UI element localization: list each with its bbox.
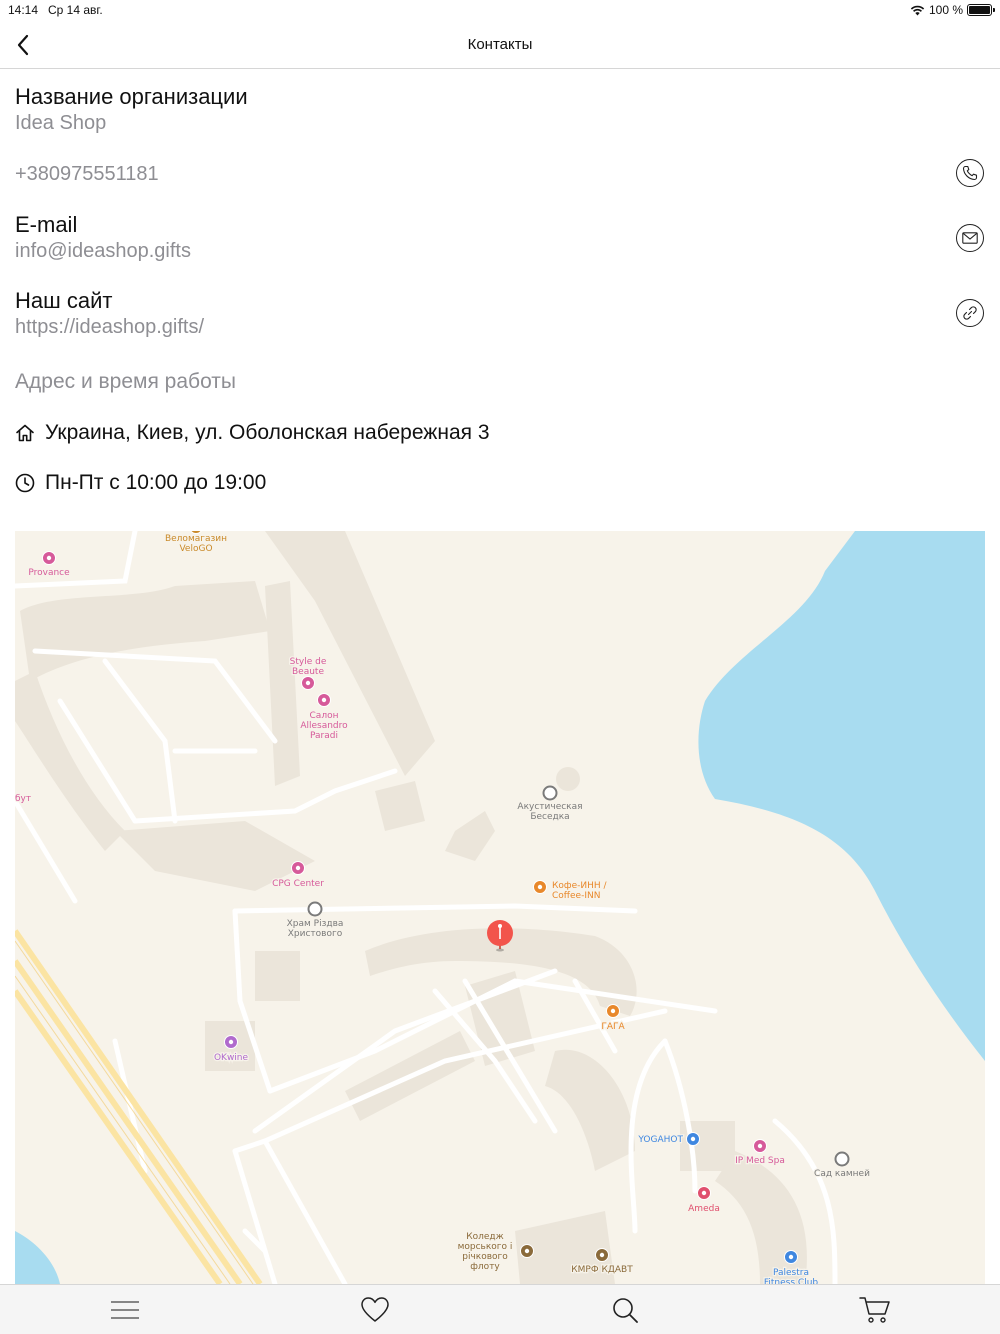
tab-menu[interactable] (0, 1285, 250, 1334)
heart-icon (361, 1296, 389, 1322)
hours-text: Пн-Пт с 10:00 до 19:00 (45, 471, 267, 494)
location-map[interactable]: Веломагазин VeloGO Provance Style de Beaute С… (15, 531, 985, 1284)
org-label: Название организации (15, 84, 248, 109)
website-value[interactable]: https://ideashop.gifts/ (15, 314, 204, 340)
map-poi-label: Сад камней (814, 1169, 870, 1179)
menu-icon (111, 1300, 139, 1319)
map-poi-label: IP Med Spa (735, 1156, 785, 1166)
map-poi[interactable]: бут (15, 793, 32, 806)
status-bar: 14:14 Ср 14 авг. 100 % (0, 0, 1000, 22)
map-poi-label: бут (15, 794, 31, 804)
call-button[interactable] (956, 159, 984, 187)
address-row: Украина, Киев, ул. Оболонская набережная… (15, 421, 490, 445)
address-text: Украина, Киев, ул. Оболонская набережная… (45, 421, 490, 444)
map-poi[interactable]: YOGAHOT (636, 1132, 700, 1146)
email-value[interactable]: info@ideashop.gifts (15, 238, 191, 264)
map-poi-label: Кофе-ИНН / Coffee-INN (552, 881, 608, 901)
page-title: Контакты (467, 36, 533, 53)
map-poi-label: OKwine (214, 1053, 249, 1063)
map-water-left (15, 1231, 60, 1284)
status-indicators: 100 % (910, 3, 995, 17)
website-button[interactable] (956, 299, 984, 327)
map-poi-label: Provance (28, 568, 70, 578)
tab-cart[interactable] (750, 1285, 1000, 1334)
landmark-icon (542, 785, 558, 801)
tab-search[interactable] (500, 1285, 750, 1334)
website-field: Наш сайт https://ideashop.gifts/ (15, 288, 204, 340)
battery-icon (967, 4, 995, 16)
map-poi-label: Акустическая Беседка (517, 802, 582, 822)
map-poi-label: КМРФ КДАВТ (571, 1265, 633, 1275)
map-poi[interactable]: IP Med Spa (734, 1139, 786, 1167)
map-canvas[interactable]: Веломагазин VeloGO Provance Style de Beaute С… (15, 531, 985, 1284)
map-poi-label: Храм Різдва Христового (287, 919, 344, 939)
battery-percent: 100 % (928, 3, 963, 17)
tab-favorites[interactable] (250, 1285, 500, 1334)
cart-icon (859, 1296, 890, 1323)
search-icon (613, 1297, 638, 1323)
map-poi-label: YOGAHOT (637, 1135, 683, 1145)
map-poi[interactable]: Акустическая Беседка (516, 785, 584, 823)
wifi-icon (910, 5, 925, 15)
map-poi-label: CPG Center (272, 879, 324, 889)
link-icon (963, 306, 977, 320)
email-label: E-mail (15, 212, 78, 237)
map-poi-label: ГАГА (601, 1022, 625, 1032)
map-poi[interactable]: Provance (27, 551, 71, 579)
map-poi[interactable]: Кофе-ИНН / Coffee-INN (533, 880, 609, 902)
home-icon (16, 424, 34, 442)
phone-value[interactable]: +380975551181 (15, 161, 159, 187)
nav-bar: Контакты (0, 22, 1000, 69)
status-date: Ср 14 авг. (48, 3, 103, 17)
phone-field: +380975551181 (15, 161, 159, 187)
email-field: E-mail info@ideashop.gifts (15, 212, 191, 264)
landmark-icon (834, 1151, 850, 1167)
map-poi-label: Салон Allesandro Paradi (300, 711, 348, 741)
email-button[interactable] (956, 224, 984, 252)
landmark-icon (307, 901, 323, 917)
website-label: Наш сайт (15, 288, 113, 313)
map-poi[interactable]: Сад камней (813, 1151, 871, 1180)
map-poi-label: Palestra Fitness Club (764, 1268, 819, 1284)
mail-icon (962, 232, 978, 244)
address-section-title: Адрес и время работы (15, 370, 236, 393)
org-field: Название организации Idea Shop (15, 84, 248, 136)
tab-bar (0, 1284, 1000, 1334)
map-poi-label: Ameda (688, 1204, 720, 1214)
phone-icon (962, 165, 978, 181)
map-poi-label: Коледж морського і річкового флоту (458, 1232, 513, 1272)
status-time: 14:14 (8, 3, 39, 17)
map-poi-label: Style de Beaute (290, 657, 327, 677)
map-poi[interactable]: Салон Allesandro Paradi (299, 693, 349, 742)
org-value: Idea Shop (15, 112, 107, 134)
map-poi[interactable]: Веломагазин VeloGO (164, 531, 228, 555)
map-water-river (698, 531, 985, 1061)
clock-icon (15, 473, 35, 493)
map-poi-label: Веломагазин VeloGO (165, 534, 227, 554)
hours-row: Пн-Пт с 10:00 до 19:00 (15, 471, 266, 495)
